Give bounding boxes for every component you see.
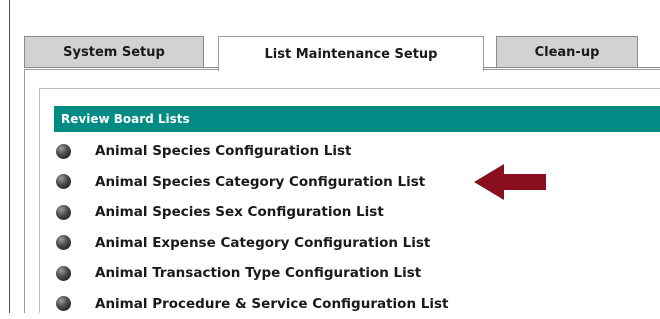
tab-bar: System Setup List Maintenance Setup Clea… [24,36,660,70]
section-title: Review Board Lists [61,112,190,126]
list-item-label: Animal Species Configuration List [95,143,351,159]
bullet-icon [56,144,71,159]
bullet-icon [56,296,71,311]
list-item-label: Animal Procedure & Service Configuration… [95,296,449,312]
tab-clean-up[interactable]: Clean-up [496,36,638,68]
list-item[interactable]: Animal Species Configuration List [56,136,656,167]
tab-label: List Maintenance Setup [265,47,438,62]
list-item[interactable]: Animal Species Sex Configuration List [56,197,656,228]
section-header: Review Board Lists [54,106,660,132]
tab-label: Clean-up [535,45,600,60]
list-item[interactable]: Animal Transaction Type Configuration Li… [56,258,656,289]
list-item-label: Animal Expense Category Configuration Li… [95,235,430,251]
tab-system-setup[interactable]: System Setup [24,36,204,68]
list-item[interactable]: Animal Expense Category Configuration Li… [56,228,656,259]
bullet-icon [56,266,71,281]
tab-baseline [638,67,660,68]
bullet-icon [56,174,71,189]
bullet-icon [56,205,71,220]
left-border-line [9,0,10,313]
tab-label: System Setup [63,45,165,60]
tab-baseline [484,67,496,68]
bullet-icon [56,235,71,250]
config-list: Animal Species Configuration List Animal… [56,136,656,319]
list-item[interactable]: Animal Species Category Configuration Li… [56,167,656,198]
left-arrow-icon [474,162,546,202]
list-item-label: Animal Species Category Configuration Li… [95,174,425,190]
tab-baseline [204,67,218,68]
list-item[interactable]: Animal Procedure & Service Configuration… [56,289,656,319]
list-item-label: Animal Species Sex Configuration List [95,204,384,220]
tab-list-maintenance-setup[interactable]: List Maintenance Setup [218,36,484,71]
list-item-label: Animal Transaction Type Configuration Li… [95,265,421,281]
